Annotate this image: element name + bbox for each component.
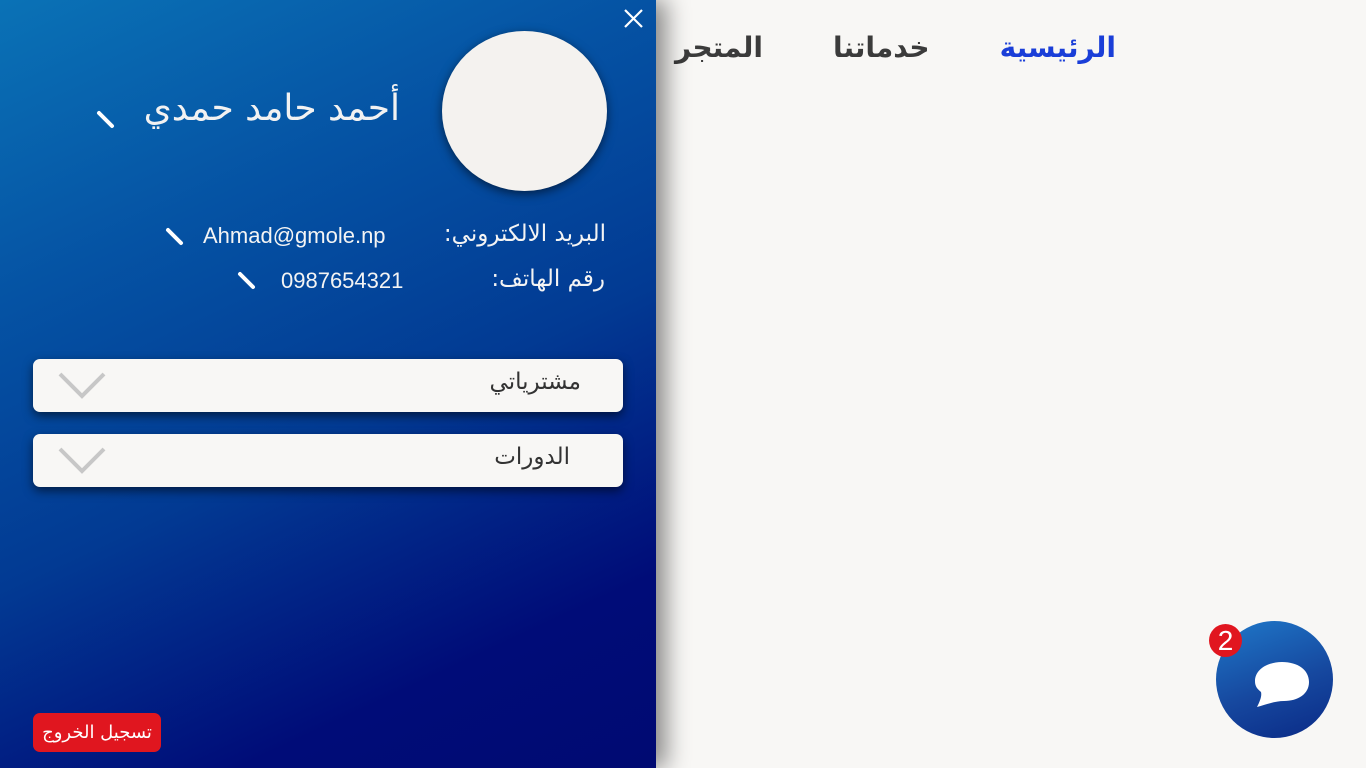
email-value: Ahmad@gmole.np [203, 223, 386, 248]
top-navigation: الرئيسية خدماتنا المتجر [675, 22, 1130, 72]
avatar[interactable] [442, 31, 607, 191]
phone-value: 0987654321 [281, 268, 404, 293]
close-icon[interactable] [620, 6, 646, 32]
accordion-purchases[interactable]: مشترياتي [33, 359, 623, 412]
edit-name-icon[interactable] [96, 110, 116, 130]
chat-bubble-icon [1255, 662, 1309, 707]
nav-item-store[interactable]: المتجر [675, 31, 763, 64]
accordion-purchases-label: مشترياتي [489, 369, 581, 395]
chevron-down-icon [57, 369, 107, 401]
phone-label: رقم الهاتف: [491, 266, 605, 292]
nav-item-home[interactable]: الرئيسية [1000, 31, 1116, 64]
logout-button[interactable]: تسجيل الخروج [33, 713, 161, 752]
user-name: أحمد حامد حمدي [143, 88, 400, 129]
email-label: البريد الالكتروني: [443, 221, 606, 247]
edit-email-icon[interactable] [165, 227, 185, 247]
accordion-courses-label: الدورات [494, 444, 570, 470]
chevron-down-icon [57, 444, 107, 476]
profile-drawer: أحمد حامد حمدي البريد الالكتروني: Ahmad@… [0, 0, 656, 768]
notification-badge: 2 [1209, 624, 1242, 657]
nav-item-services[interactable]: خدماتنا [833, 31, 930, 64]
accordion-courses[interactable]: الدورات [33, 434, 623, 487]
edit-phone-icon[interactable] [237, 271, 257, 291]
